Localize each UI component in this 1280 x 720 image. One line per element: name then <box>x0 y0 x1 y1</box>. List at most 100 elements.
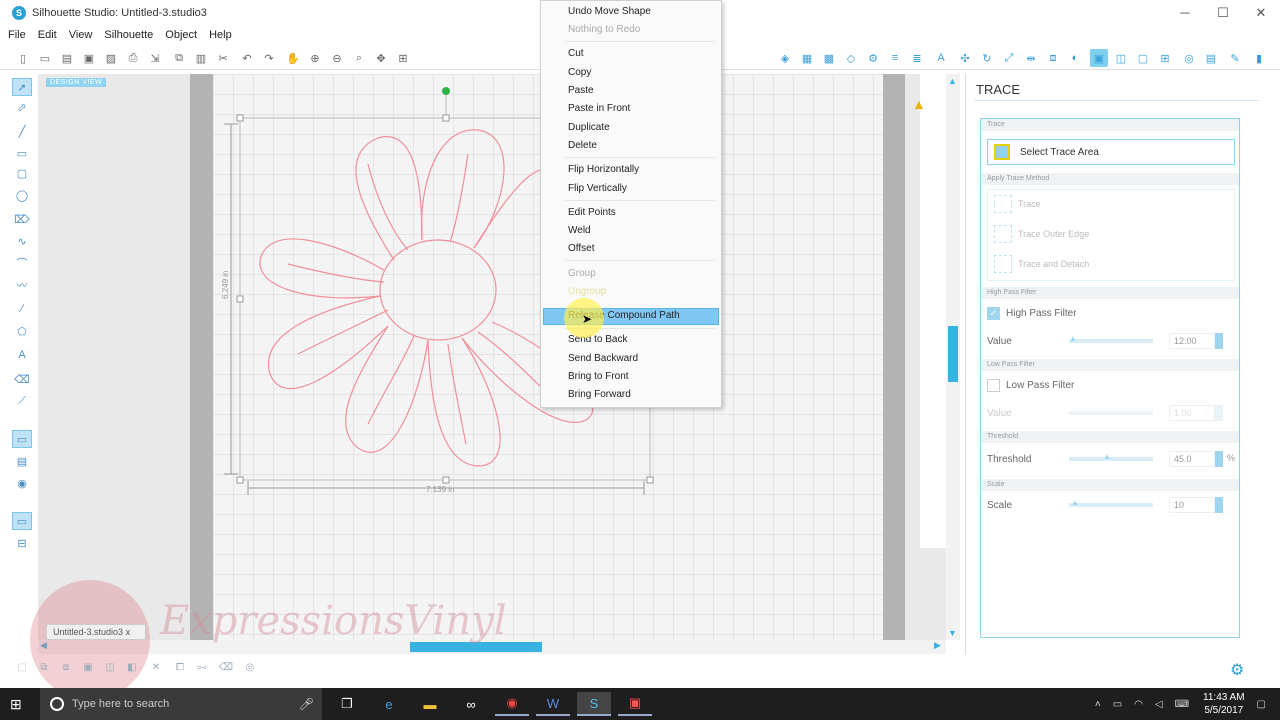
shape-tool-icon[interactable]: ⬠ <box>12 322 32 340</box>
text-style-icon[interactable]: A <box>932 49 950 67</box>
save-library-icon[interactable]: ▨ <box>102 49 120 67</box>
document-tab-close-icon[interactable]: x <box>126 627 131 637</box>
send-to-cutter-icon[interactable]: ⇲ <box>146 49 164 67</box>
vertical-scrollbar[interactable]: ▲ ▼ <box>946 74 960 640</box>
scale-spinner[interactable] <box>1215 497 1223 513</box>
tray-volume-icon[interactable]: ◁ <box>1155 699 1163 710</box>
line-style-icon[interactable]: ⚙ <box>864 49 882 67</box>
tray-wifi-icon[interactable]: ◠ <box>1134 699 1143 710</box>
low-pass-checkbox[interactable] <box>987 378 1000 392</box>
send-icon[interactable]: ▤ <box>1202 49 1220 67</box>
high-pass-spinner[interactable] <box>1215 333 1223 349</box>
menu-send-backward[interactable]: Send Backward <box>568 351 638 367</box>
new-document-icon[interactable]: ▯ <box>14 49 32 67</box>
fill-pattern-icon[interactable]: ▩ <box>820 49 838 67</box>
rotate-icon[interactable]: ↻ <box>978 49 996 67</box>
eraser-bottom-icon[interactable]: ⌫ <box>218 662 234 678</box>
menu-undo-move-shape[interactable]: Undo Move Shape <box>568 4 651 20</box>
threshold-value-input[interactable]: 45.0 <box>1169 451 1215 467</box>
rectangle-tool-icon[interactable]: ▭ <box>12 144 32 162</box>
knife-tool-icon[interactable]: ⟋ <box>12 392 32 410</box>
threshold-slider-knob[interactable]: ▲ <box>1103 452 1111 461</box>
menu-cut[interactable]: Cut <box>568 46 584 62</box>
menu-object[interactable]: Object <box>165 29 197 41</box>
menu-silhouette[interactable]: Silhouette <box>104 29 153 41</box>
tray-keyboard-icon[interactable]: ⌨ <box>1175 699 1189 710</box>
document-tab[interactable]: Untitled-3.studio3 x <box>46 624 146 640</box>
low-pass-spinner[interactable] <box>1215 405 1223 421</box>
layout-panel-icon[interactable]: ⊟ <box>12 534 32 552</box>
menu-bring-forward[interactable]: Bring Forward <box>568 387 631 403</box>
open-icon[interactable]: ▭ <box>36 49 54 67</box>
menu-paste[interactable]: Paste <box>568 83 594 99</box>
menu-copy[interactable]: Copy <box>568 65 591 81</box>
menu-offset[interactable]: Offset <box>568 241 595 257</box>
eraser-tool-icon[interactable]: ⌫ <box>12 370 32 388</box>
smooth-freehand-tool-icon[interactable]: ⁄ <box>12 300 32 318</box>
sketch-icon[interactable]: ✎ <box>1226 49 1244 67</box>
arc-tool-icon[interactable]: ⌒ <box>12 254 32 272</box>
redo-icon[interactable]: ↷ <box>260 49 278 67</box>
threshold-spinner[interactable] <box>1215 451 1223 467</box>
text-tool-icon[interactable]: A <box>12 346 32 364</box>
cut-icon[interactable]: ✂ <box>214 49 232 67</box>
close-button[interactable]: ✕ <box>1242 0 1280 26</box>
menu-weld[interactable]: Weld <box>568 223 591 239</box>
menu-edit-points[interactable]: Edit Points <box>568 205 616 221</box>
ungroup-icon[interactable]: ⧈ <box>58 662 74 678</box>
task-view-icon[interactable]: ❐ <box>330 692 364 716</box>
make-compound-icon[interactable]: ◫ <box>102 662 118 678</box>
trace-icon[interactable]: ▣ <box>1090 49 1108 67</box>
release-compound-icon[interactable]: ◧ <box>124 662 140 678</box>
low-pass-value-input[interactable]: 1.00 <box>1169 405 1215 421</box>
ellipse-tool-icon[interactable]: ◯ <box>12 186 32 204</box>
trace-outer-edge-button[interactable]: Trace Outer Edge <box>988 222 1236 246</box>
high-pass-value-input[interactable]: 12.00 <box>1169 333 1215 349</box>
fill-color-icon[interactable]: ◈ <box>776 49 794 67</box>
chrome-icon[interactable]: ◉ <box>495 692 529 716</box>
paste-icon[interactable]: ▥ <box>192 49 210 67</box>
taskbar-clock[interactable]: 11:43 AM 5/5/2017 <box>1203 691 1245 717</box>
scale-slider-knob[interactable]: ▲ <box>1071 498 1079 507</box>
recording-app-icon[interactable]: ▣ <box>618 692 652 716</box>
minimize-button[interactable]: ─ <box>1166 0 1204 26</box>
select-trace-area-button[interactable]: Select Trace Area <box>987 139 1235 165</box>
rounded-rectangle-tool-icon[interactable]: ▢ <box>12 164 32 182</box>
vertical-scroll-thumb[interactable] <box>948 326 958 382</box>
target-icon[interactable]: ◎ <box>242 662 258 678</box>
page-setup-icon[interactable]: ▢ <box>1134 49 1152 67</box>
replicate-icon[interactable]: ⧈ <box>1044 49 1062 67</box>
group-icon[interactable]: ⧉ <box>36 662 52 678</box>
select-all-icon[interactable]: ⬚ <box>14 662 30 678</box>
delete-icon[interactable]: ✕ <box>148 662 164 678</box>
low-pass-slider[interactable] <box>1069 411 1153 415</box>
taskbar-search-box[interactable]: Type here to search 🎤︎ <box>40 688 322 720</box>
high-pass-slider[interactable]: ▲ <box>1069 334 1153 343</box>
design-page-icon[interactable]: ▭ <box>12 430 32 448</box>
file-explorer-icon[interactable]: ▬ <box>413 692 447 716</box>
high-pass-slider-knob[interactable]: ▲ <box>1069 334 1077 343</box>
silhouette-studio-taskbar-icon[interactable]: S <box>577 692 611 716</box>
freehand-tool-icon[interactable]: 〰 <box>12 276 32 294</box>
menu-delete[interactable]: Delete <box>568 138 597 154</box>
polygon-tool-icon[interactable]: ⌦ <box>12 210 32 228</box>
line-tool-icon[interactable]: ╱ <box>12 122 32 140</box>
zoom-select-icon[interactable]: ⌕ <box>350 49 368 67</box>
menu-duplicate[interactable]: Duplicate <box>568 120 610 136</box>
menu-view[interactable]: View <box>69 29 93 41</box>
threshold-slider[interactable]: ▲ <box>1069 452 1153 461</box>
scroll-right-icon[interactable]: ▶ <box>934 640 941 651</box>
menu-edit[interactable]: Edit <box>38 29 57 41</box>
undo-icon[interactable]: ↶ <box>238 49 256 67</box>
store-panel-icon[interactable]: ◉ <box>12 474 32 492</box>
move-icon[interactable]: ⇹ <box>1022 49 1040 67</box>
zoom-out-icon[interactable]: ⊖ <box>328 49 346 67</box>
scroll-down-icon[interactable]: ▼ <box>948 628 957 638</box>
scale-icon[interactable]: ⤢ <box>1000 49 1018 67</box>
select-tool-icon[interactable]: ➚ <box>12 78 32 96</box>
flower-shape[interactable]: 6.249 in 7.139 in <box>38 74 946 640</box>
low-pass-filter-row[interactable]: Low Pass Filter <box>987 375 1235 395</box>
drag-zoom-icon[interactable]: ✥ <box>372 49 390 67</box>
word-icon[interactable]: W <box>536 692 570 716</box>
infinity-app-icon[interactable]: ∞ <box>454 692 488 716</box>
